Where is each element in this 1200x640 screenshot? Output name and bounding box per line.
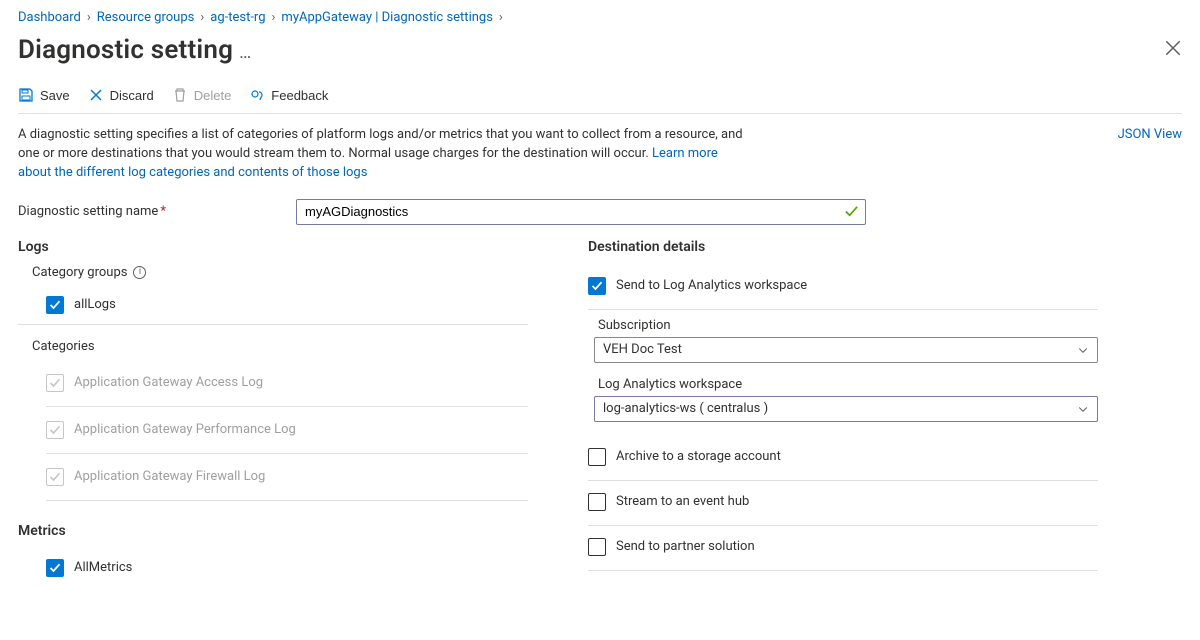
- category-label-performance-log: Application Gateway Performance Log: [74, 422, 296, 437]
- archive-checkbox[interactable]: [588, 448, 606, 466]
- breadcrumb: Dashboard › Resource groups › ag-test-rg…: [18, 8, 1182, 31]
- destination-column: Destination details Send to Log Analytic…: [588, 239, 1098, 587]
- info-icon[interactable]: i: [133, 266, 146, 279]
- workspace-value: log-analytics-ws ( centralus ): [603, 401, 768, 416]
- checkmark-icon: [49, 424, 61, 436]
- log-analytics-checkbox[interactable]: [588, 277, 606, 295]
- required-indicator: *: [160, 204, 166, 219]
- delete-label: Delete: [194, 88, 232, 103]
- all-logs-label: allLogs: [74, 297, 116, 312]
- workspace-select[interactable]: log-analytics-ws ( centralus ): [594, 396, 1098, 422]
- archive-label: Archive to a storage account: [616, 449, 781, 464]
- eventhub-checkbox[interactable]: [588, 493, 606, 511]
- close-button[interactable]: [1164, 39, 1182, 57]
- breadcrumb-rg[interactable]: ag-test-rg: [210, 10, 265, 25]
- setting-name-input[interactable]: [303, 201, 844, 223]
- subscription-label: Subscription: [598, 318, 1098, 333]
- category-label-access-log: Application Gateway Access Log: [74, 375, 263, 390]
- description-body: A diagnostic setting specifies a list of…: [18, 127, 743, 161]
- subscription-select[interactable]: VEH Doc Test: [594, 337, 1098, 363]
- checkmark-icon: [49, 299, 61, 311]
- checkmark-icon: [49, 377, 61, 389]
- json-view-link[interactable]: JSON View: [1118, 126, 1182, 145]
- chevron-right-icon: ›: [499, 10, 503, 25]
- breadcrumb-resource[interactable]: myAppGateway | Diagnostic settings: [281, 10, 493, 25]
- partner-label: Send to partner solution: [616, 539, 755, 554]
- partner-checkbox[interactable]: [588, 538, 606, 556]
- all-metrics-checkbox[interactable]: [46, 559, 64, 577]
- save-icon: [18, 87, 34, 103]
- delete-button[interactable]: Delete: [172, 85, 232, 105]
- subscription-value: VEH Doc Test: [603, 342, 682, 357]
- category-groups-label: Category groups i: [18, 265, 528, 280]
- more-menu-button[interactable]: …: [239, 42, 253, 63]
- logs-metrics-column: Logs Category groups i allLogs Categorie…: [18, 239, 528, 587]
- breadcrumb-resource-groups[interactable]: Resource groups: [97, 10, 195, 25]
- metrics-heading: Metrics: [18, 523, 528, 539]
- all-logs-checkbox[interactable]: [46, 296, 64, 314]
- log-analytics-label: Send to Log Analytics workspace: [616, 278, 807, 293]
- description-text: A diagnostic setting specifies a list of…: [18, 126, 748, 183]
- setting-name-label: Diagnostic setting name*: [18, 204, 278, 219]
- checkmark-icon: [591, 280, 603, 292]
- checkmark-icon: [49, 471, 61, 483]
- checkmark-icon: [49, 562, 61, 574]
- feedback-icon: [249, 87, 265, 103]
- chevron-right-icon: ›: [200, 10, 204, 25]
- discard-button[interactable]: Discard: [88, 85, 154, 105]
- logs-heading: Logs: [18, 239, 528, 255]
- category-checkbox-firewall-log: [46, 468, 64, 486]
- delete-icon: [172, 87, 188, 103]
- category-checkbox-access-log: [46, 374, 64, 392]
- discard-label: Discard: [110, 88, 154, 103]
- feedback-button[interactable]: Feedback: [249, 85, 328, 105]
- setting-name-input-wrapper: [296, 199, 866, 225]
- feedback-label: Feedback: [271, 88, 328, 103]
- close-icon: [1164, 39, 1182, 57]
- categories-label: Categories: [18, 339, 528, 354]
- page-title: Diagnostic setting: [18, 35, 233, 65]
- save-button[interactable]: Save: [18, 85, 70, 105]
- chevron-right-icon: ›: [87, 10, 91, 25]
- chevron-down-icon: [1077, 403, 1089, 415]
- setting-name-label-text: Diagnostic setting name: [18, 204, 158, 219]
- discard-icon: [88, 87, 104, 103]
- chevron-right-icon: ›: [272, 10, 276, 25]
- check-icon: [844, 204, 859, 219]
- breadcrumb-dashboard[interactable]: Dashboard: [18, 10, 81, 25]
- save-label: Save: [40, 88, 70, 103]
- category-label-firewall-log: Application Gateway Firewall Log: [74, 469, 265, 484]
- toolbar: Save Discard Delete Feedback: [18, 75, 1182, 114]
- all-metrics-label: AllMetrics: [74, 560, 132, 575]
- eventhub-label: Stream to an event hub: [616, 494, 749, 509]
- chevron-down-icon: [1077, 344, 1089, 356]
- destination-heading: Destination details: [588, 239, 1098, 255]
- category-checkbox-performance-log: [46, 421, 64, 439]
- workspace-label: Log Analytics workspace: [598, 377, 1098, 392]
